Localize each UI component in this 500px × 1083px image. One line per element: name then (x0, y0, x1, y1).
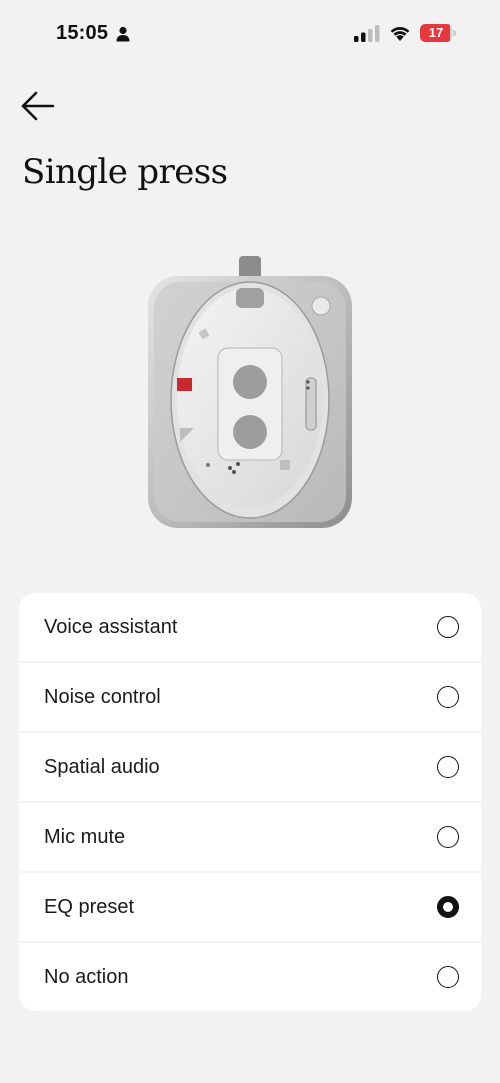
option-row[interactable]: Noise control (19, 663, 481, 731)
radio-button[interactable] (437, 756, 459, 778)
radio-button[interactable] (437, 826, 459, 848)
option-row[interactable]: EQ preset (19, 873, 481, 941)
back-button[interactable] (18, 86, 58, 126)
option-row[interactable]: Spatial audio (19, 733, 481, 801)
status-time: 15:05 (56, 22, 109, 44)
radio-button[interactable] (437, 686, 459, 708)
options-list: Voice assistant Noise control Spatial audi… (19, 593, 481, 1011)
cellular-signal-icon (354, 25, 380, 42)
page-title: Single press (22, 152, 228, 192)
option-row[interactable]: No action (19, 943, 481, 1011)
option-label: No action (44, 965, 129, 988)
option-row[interactable]: Voice assistant (19, 593, 481, 661)
earbuds-case-image (148, 256, 352, 528)
radio-button[interactable] (437, 966, 459, 988)
option-row[interactable]: Mic mute (19, 803, 481, 871)
arrow-left-icon (21, 91, 55, 121)
option-label: Mic mute (44, 825, 126, 848)
wifi-icon (390, 26, 410, 41)
battery-level: 17 (428, 25, 444, 40)
option-label: Spatial audio (44, 755, 160, 778)
option-label: EQ preset (44, 895, 135, 918)
option-label: Voice assistant (44, 615, 178, 638)
radio-button[interactable] (437, 616, 459, 638)
radio-selected[interactable] (437, 896, 459, 918)
status-bar: 15:05 17 (0, 0, 500, 68)
battery-indicator: 17 (420, 24, 456, 42)
person-icon (116, 26, 130, 42)
option-label: Noise control (44, 685, 161, 708)
